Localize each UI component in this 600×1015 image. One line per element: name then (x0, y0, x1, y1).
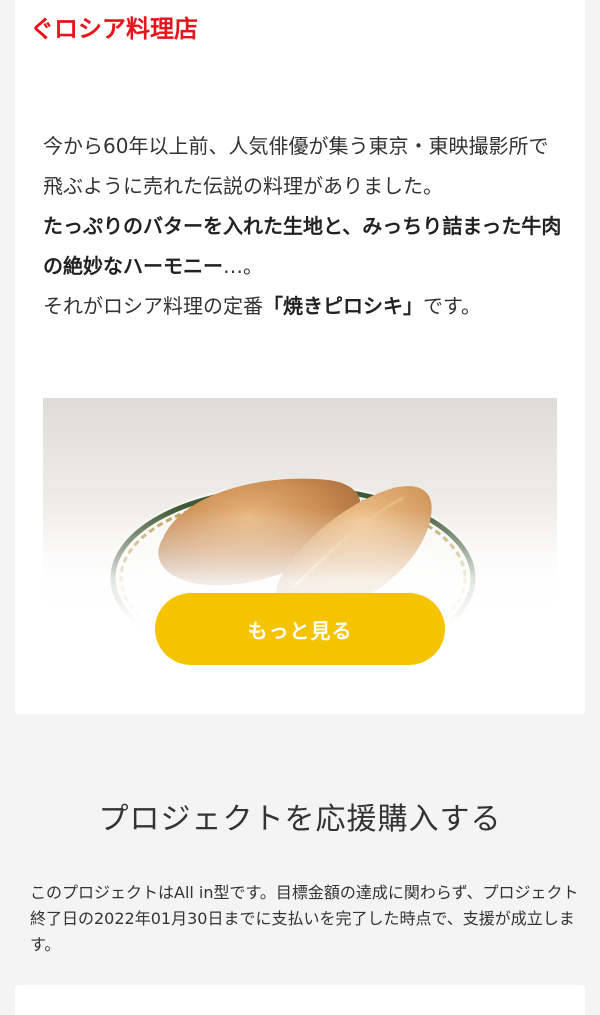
story-paragraph: それがロシア料理の定番「焼きピロシキ」です。 (43, 286, 563, 326)
story-bold-line: たっぷりのバターを入れた生地と、みっちり詰まった牛肉の絶妙なハーモニー (43, 214, 562, 278)
page-title: ぐロシア料理店 (30, 15, 198, 43)
story-line: 今から60年以上前、人気俳優が集う東京・東映撮影所で飛ぶように売れた伝説の料理が… (43, 134, 549, 198)
next-card-edge (15, 985, 585, 1015)
story-line-prefix: それがロシア料理の定番 (43, 294, 263, 318)
story-text: 今から60年以上前、人気俳優が集う東京・東映撮影所で飛ぶように売れた伝説の料理が… (43, 126, 563, 326)
all-in-description: このプロジェクトはAll in型です。目標金額の達成に関わらず、プロジェクト終了… (30, 883, 579, 954)
story-line-suffix: です。 (423, 294, 481, 318)
story-ellipsis: …。 (223, 254, 263, 278)
story-paragraph: 今から60年以上前、人気俳優が集う東京・東映撮影所で飛ぶように売れた伝説の料理が… (43, 126, 563, 206)
story-quote: 「焼きピロシキ」 (263, 294, 423, 318)
story-paragraph-bold: たっぷりのバターを入れた生地と、みっちり詰まった牛肉の絶妙なハーモニー…。 (43, 206, 563, 286)
support-purchase-heading: プロジェクトを応援購入する (98, 802, 502, 837)
show-more-button[interactable]: もっと見る (155, 593, 445, 665)
